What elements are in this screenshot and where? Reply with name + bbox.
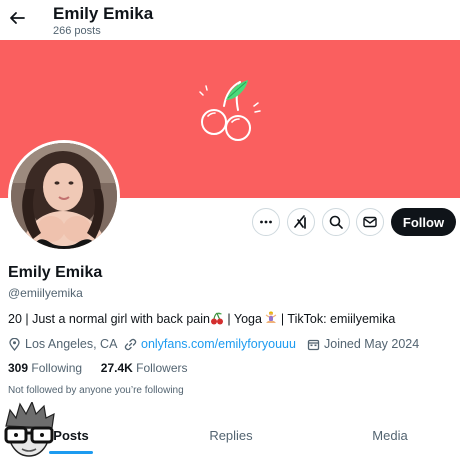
location-icon [9, 337, 20, 351]
location: Los Angeles, CA [8, 336, 117, 352]
website-link[interactable]: onlyfans.com/emilyforyouuu [141, 337, 296, 351]
tab-media[interactable]: Media [360, 419, 420, 451]
followers-link[interactable]: 27.4K Followers [101, 361, 188, 375]
more-icon [260, 220, 272, 224]
link-icon [124, 338, 137, 350]
yoga-emoji [266, 311, 277, 323]
bio-text-2: | Yoga [223, 312, 266, 326]
location-text: Los Angeles, CA [25, 337, 118, 351]
grok-icon [294, 215, 306, 229]
tab-replies[interactable]: Replies [200, 419, 262, 451]
top-bar: Emily Emika 266 posts [0, 0, 460, 40]
following-link[interactable]: 309 Following [8, 361, 82, 375]
page-title: Emily Emika [53, 4, 154, 23]
join-date: Joined May 2024 [307, 336, 419, 352]
message-button[interactable] [356, 208, 384, 236]
grok-button[interactable] [287, 208, 315, 236]
bio-text-1: 20 | Just a normal girl with back pain [8, 312, 210, 326]
message-icon [363, 216, 377, 228]
handle: @emiilyemika [8, 286, 83, 300]
website[interactable]: onlyfans.com/emilyforyouuu [124, 336, 296, 352]
followers-count: 27.4K [100, 361, 133, 375]
followers-label: Followers [136, 361, 188, 375]
search-button[interactable] [322, 208, 350, 236]
avatar-image [11, 143, 117, 249]
more-button[interactable] [252, 208, 280, 236]
cherry-icon [199, 80, 261, 141]
display-name: Emily Emika [8, 264, 103, 281]
cherries-emoji [210, 312, 223, 325]
followed-by-note: Not followed by anyone you’re following [8, 385, 184, 396]
avatar[interactable] [8, 140, 120, 252]
calendar-icon [307, 339, 320, 350]
follow-stats: 309 Following 27.4K Followers [8, 361, 188, 375]
following-label: Following [31, 361, 83, 375]
bio: 20 | Just a normal girl with back pain |… [8, 311, 395, 326]
back-arrow-icon [10, 12, 25, 24]
join-date-text: Joined May 2024 [324, 337, 420, 351]
following-count: 309 [8, 361, 29, 375]
back-button[interactable] [6, 7, 28, 29]
bio-text-3: | TikTok: emiilyemika [277, 312, 396, 326]
mascot-watermark [4, 402, 55, 457]
follow-button[interactable]: Follow [391, 208, 456, 236]
post-count: 266 posts [53, 25, 101, 37]
search-icon [329, 215, 343, 229]
